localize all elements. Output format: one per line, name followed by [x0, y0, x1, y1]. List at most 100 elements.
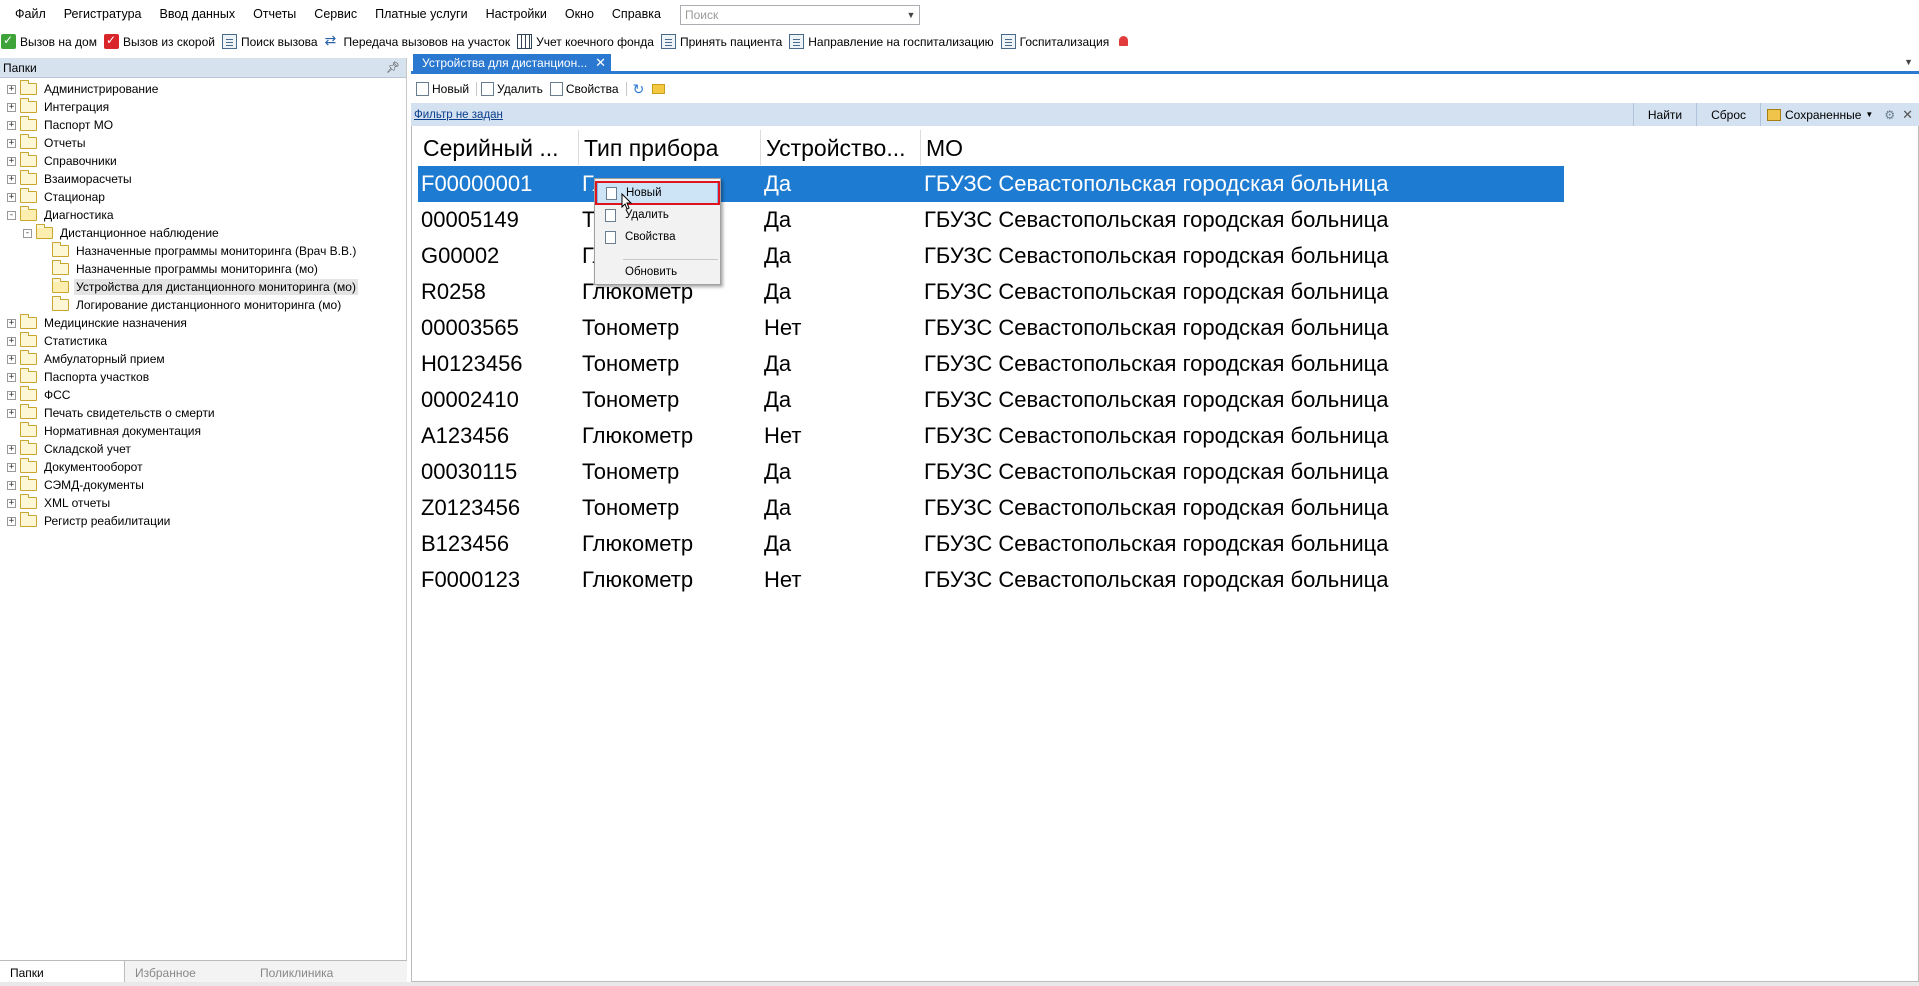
tree-item[interactable]: Нормативная документация	[0, 422, 406, 440]
expand-icon[interactable]: +	[7, 174, 16, 184]
properties-button[interactable]: Свойства	[548, 78, 624, 100]
search-call-button[interactable]: Поиск вызова	[221, 29, 324, 54]
tree-item[interactable]: Логирование дистанционного мониторинга (…	[0, 296, 406, 314]
table-row[interactable]: A123456 Глюкометр Нет ГБУЗС Севастопольская…	[418, 418, 1564, 454]
table-row[interactable]: H0123456 Тонометр Да ГБУЗС Севастопольская …	[418, 346, 1564, 382]
tree-item[interactable]: - Дистанционное наблюдение	[0, 224, 406, 242]
table-row[interactable]: G00002ГлюкометрДаГБУЗС Севастопольская г…	[418, 238, 1564, 274]
column-header-device[interactable]: Устройство...	[761, 130, 921, 165]
ambulance-call-button[interactable]: Вызов из скорой	[103, 29, 221, 54]
context-menu-refresh[interactable]: Обновить	[597, 261, 718, 283]
reset-button[interactable]: Сброс	[1697, 108, 1760, 122]
table-row[interactable]: 00005149ТонометрДаГБУЗС Севастопольская …	[418, 202, 1564, 238]
column-header-mo[interactable]: МО	[921, 130, 1564, 165]
expand-icon[interactable]: +	[7, 138, 16, 148]
table-row[interactable]: 00003565 Тонометр Нет ГБУЗС Севастопольская…	[418, 310, 1564, 346]
search-input[interactable]	[680, 5, 903, 24]
table-row[interactable]: Z0123456 Тонометр Да ГБУЗС Севастопольская …	[418, 490, 1564, 526]
table-row[interactable]: 00002410 Тонометр Да ГБУЗС Севастопольская …	[418, 382, 1564, 418]
collapse-icon[interactable]: -	[23, 228, 32, 238]
new-button[interactable]: Новый	[414, 78, 474, 100]
tree-item[interactable]: + Администрирование	[0, 80, 406, 98]
column-header-device-type[interactable]: Тип прибора	[579, 130, 761, 165]
expand-icon[interactable]: +	[7, 444, 16, 454]
tree-item[interactable]: + СЭМД-документы	[0, 476, 406, 494]
tab-folders[interactable]: Папки	[0, 961, 125, 982]
tree-item[interactable]: + Статистика	[0, 332, 406, 350]
expand-icon[interactable]: +	[7, 84, 16, 94]
menu-help[interactable]: Справка	[603, 0, 670, 29]
referral-button[interactable]: Направление на госпитализацию	[788, 29, 999, 54]
accept-patient-button[interactable]: Принять пациента	[660, 29, 788, 54]
menu-service[interactable]: Сервис	[305, 0, 366, 29]
menu-reports[interactable]: Отчеты	[244, 0, 305, 29]
chevron-down-icon[interactable]: ▼	[903, 10, 919, 20]
tree-item[interactable]: + Справочники	[0, 152, 406, 170]
table-row[interactable]: F0000123 Глюкометр Нет ГБУЗС Севастопольска…	[418, 562, 1564, 598]
collapse-icon[interactable]: -	[7, 210, 16, 220]
expand-icon[interactable]: +	[7, 354, 16, 364]
tab-polyclinic[interactable]: Поликлиника	[250, 961, 375, 982]
tree-item[interactable]: + Печать свидетельств о смерти	[0, 404, 406, 422]
tree-item[interactable]: + Отчеты	[0, 134, 406, 152]
tree-item[interactable]: + Стационар	[0, 188, 406, 206]
context-menu-delete[interactable]: Удалить	[597, 204, 718, 226]
house-call-button[interactable]: Вызов на дом	[0, 29, 103, 54]
tree-item[interactable]: + Складской учет	[0, 440, 406, 458]
expand-icon[interactable]: +	[7, 102, 16, 112]
tab-devices[interactable]: Устройства для дистанцион... ✕	[413, 54, 611, 72]
expand-icon[interactable]: +	[7, 318, 16, 328]
table-row[interactable]: R0258 Глюкометр Да ГБУЗС Севастопольская го…	[418, 274, 1564, 310]
table-row[interactable]: F00000001ГлюкометрДаГБУЗС Севастопольска…	[418, 166, 1564, 202]
expand-icon[interactable]: +	[7, 390, 16, 400]
tree-item[interactable]: + Регистр реабилитации	[0, 512, 406, 530]
expand-icon[interactable]: +	[7, 408, 16, 418]
tree-item[interactable]: + ФСС	[0, 386, 406, 404]
expand-icon[interactable]: +	[7, 336, 16, 346]
context-menu-properties[interactable]: Свойства	[597, 226, 718, 248]
pin-icon[interactable]: 📌︎	[386, 61, 400, 74]
menu-window[interactable]: Окно	[556, 0, 603, 29]
menu-file[interactable]: Файл	[0, 0, 55, 29]
tree-item[interactable]: + Интеграция	[0, 98, 406, 116]
tree-item[interactable]: + Амбулаторный прием	[0, 350, 406, 368]
tree-item[interactable]: + Документооборот	[0, 458, 406, 476]
tab-favorites[interactable]: Избранное	[125, 961, 250, 982]
filter-settings-icon[interactable]: ⚙	[1879, 108, 1900, 122]
tree-item[interactable]: + XML отчеты	[0, 494, 406, 512]
tree-item[interactable]: + Паспорт МО	[0, 116, 406, 134]
expand-icon[interactable]: +	[7, 372, 16, 382]
hospitalization-button[interactable]: Госпитализация	[1000, 29, 1116, 54]
expand-icon[interactable]: +	[7, 192, 16, 202]
find-button[interactable]: Найти	[1634, 108, 1696, 122]
menu-registry[interactable]: Регистратура	[55, 0, 151, 29]
table-row[interactable]: B123456 Глюкометр Да ГБУЗС Севастопольская …	[418, 526, 1564, 562]
tree-item[interactable]: Назначенные программы мониторинга (мо)	[0, 260, 406, 278]
table-row[interactable]: 00030115 Тонометр Да ГБУЗС Севастопольская …	[418, 454, 1564, 490]
notifications-button[interactable]	[1115, 29, 1141, 54]
folder-icon[interactable]	[652, 84, 666, 94]
menu-settings[interactable]: Настройки	[477, 0, 556, 29]
tree-item[interactable]: Назначенные программы мониторинга (Врач …	[0, 242, 406, 260]
column-header-serial[interactable]: Серийный ...	[418, 130, 579, 165]
expand-icon[interactable]: +	[7, 498, 16, 508]
tree-item[interactable]: + Паспорта участков	[0, 368, 406, 386]
expand-icon[interactable]: +	[7, 462, 16, 472]
close-icon[interactable]: ✕	[1900, 107, 1919, 123]
menu-paid-services[interactable]: Платные услуги	[366, 0, 476, 29]
tree-item[interactable]: Устройства для дистанционного мониторинг…	[0, 278, 406, 296]
saved-filters-button[interactable]: Сохраненные ▼	[1761, 108, 1879, 122]
transfer-calls-button[interactable]: Передача вызовов на участок	[324, 29, 517, 54]
refresh-icon[interactable]: ↻	[633, 81, 645, 98]
expand-icon[interactable]: +	[7, 120, 16, 130]
tree-item[interactable]: + Взаиморасчеты	[0, 170, 406, 188]
tabs-dropdown-icon[interactable]: ▼	[1904, 57, 1913, 67]
expand-icon[interactable]: +	[7, 516, 16, 526]
bed-fund-button[interactable]: Учет коечного фонда	[516, 29, 660, 54]
close-icon[interactable]: ✕	[595, 54, 606, 72]
tree-item[interactable]: - Диагностика	[0, 206, 406, 224]
menu-data-entry[interactable]: Ввод данных	[151, 0, 245, 29]
delete-button[interactable]: Удалить	[479, 78, 548, 100]
filter-link[interactable]: Фильтр не задан	[411, 109, 503, 121]
expand-icon[interactable]: +	[7, 156, 16, 166]
